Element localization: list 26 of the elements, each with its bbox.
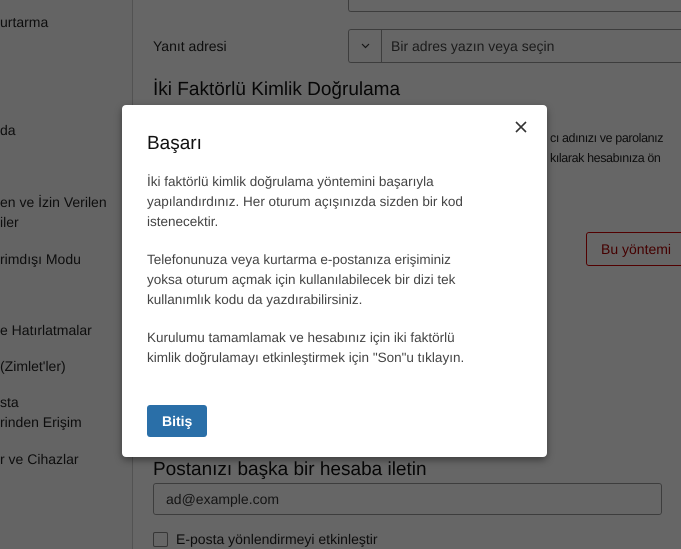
checkbox[interactable] [153,532,168,546]
close-icon[interactable] [515,121,527,133]
chevron-down-icon [360,43,370,49]
sidebar-item[interactable]: (Zimlet'ler) [0,356,66,376]
email-input[interactable]: ad@example.com [153,483,662,515]
sidebar-item[interactable]: da [0,120,16,140]
sidebar-item[interactable]: en ve İzin Verilen iler [0,192,107,232]
address-combobox[interactable]: Bir adres yazın veya seçin [348,29,681,63]
dialog-paragraph: Telefonunuza veya kurtarma e-postanıza erişiminiz yoksa oturum açmak için kullanılabilecek bir dizi tek kullanımlık kodu da yazdırabilirsiniz. [147,251,456,309]
dialog-title: Başarı [147,133,202,155]
sidebar-item[interactable]: rimdışı Modu [0,249,81,269]
dialog-paragraph: Kurulumu tamamlamak ve hesabınız için iki faktörlü kimlik doğrulamayı etkinleştirmek için "Son"u tıklayın. [147,329,466,367]
section-heading: İki Faktörlü Kimlik Doğrulama [153,79,402,101]
dialog-paragraph: İki faktörlü kimlik doğrulama yöntemini başarıyla yapılandırdınız. Her oturum açışınızda sizden bir kod istenecektir. [147,173,464,231]
address-input[interactable]: Bir adres yazın veya seçin [382,37,681,55]
disable-method-button[interactable]: Bu yöntemi [586,232,681,266]
sidebar-item[interactable]: sta rinden Erişim [0,392,82,432]
section-heading: Postanızı başka bir hesaba iletin [153,459,428,481]
sidebar-item[interactable]: urtarma [0,12,48,32]
sidebar-item[interactable]: r ve Cihazlar [0,449,79,469]
finish-button[interactable]: Bitiş [147,405,208,437]
description-text: kılarak hesabınıza ön [550,150,662,167]
field-label: Yanıt adresi [153,38,228,54]
description-text: cı adınızı ve parolanız [550,130,664,147]
sidebar-item[interactable]: e Hatırlatmalar [0,320,92,340]
checkbox-label: E-posta yönlendirmeyi etkinleştir [176,531,378,547]
